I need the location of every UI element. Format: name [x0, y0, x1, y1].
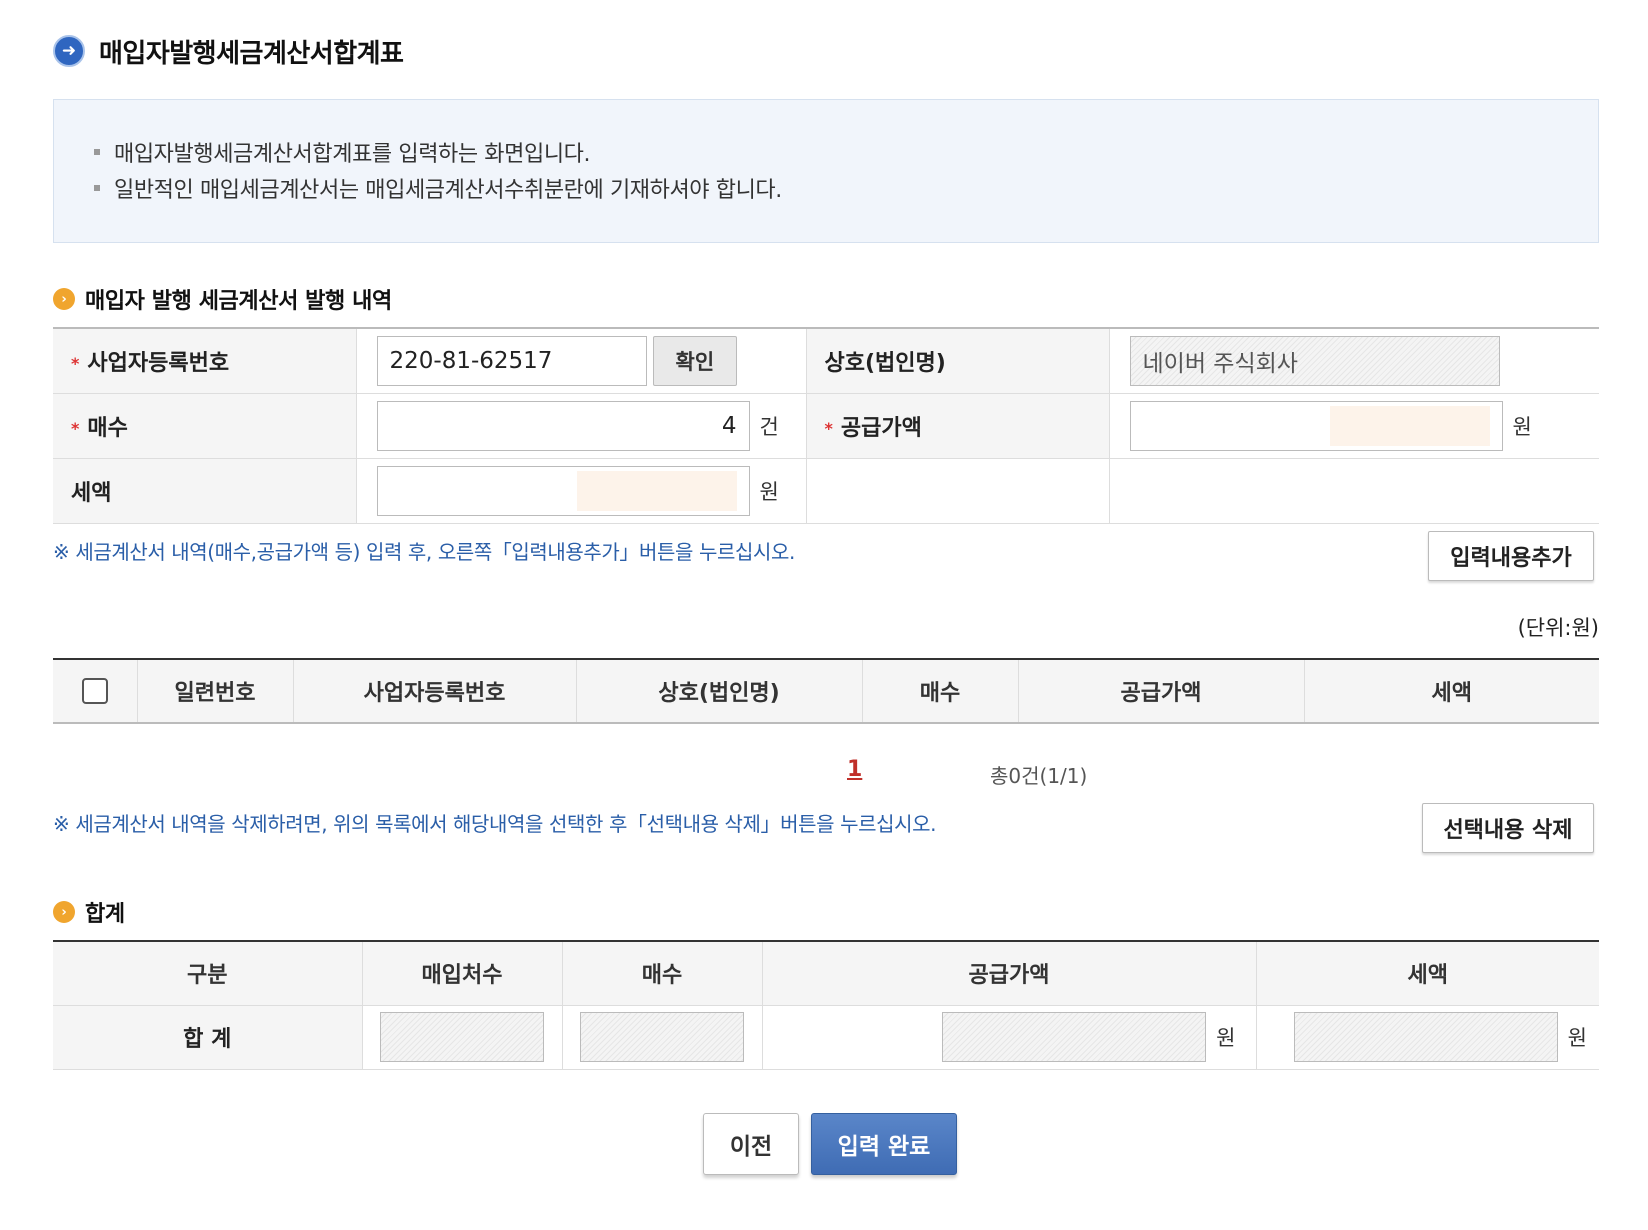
- count-unit: 건: [759, 414, 779, 439]
- page-title: 매입자발행세금계산서합계표: [99, 38, 404, 69]
- add-note: ※ 세금계산서 내역(매수,공급가액 등) 입력 후, 오른쪽「입력내용추가」버…: [53, 540, 795, 564]
- section-header-issue: › 매입자 발행 세금계산서 발행 내역: [53, 283, 392, 315]
- info-item: 매입자발행세금계산서합계표를 입력하는 화면입니다.: [94, 134, 1598, 170]
- biz-no-label-cell: * 사업자등록번호: [53, 328, 357, 394]
- col-header: 매입처수: [362, 941, 563, 1006]
- tax-label: 세액: [71, 480, 112, 506]
- page-link[interactable]: 1: [847, 757, 862, 782]
- total-count: 총0건(1/1): [990, 764, 1088, 788]
- required-icon: *: [71, 354, 80, 374]
- col-header: 상호(법인명): [576, 659, 863, 724]
- tax-total-unit: 원: [1567, 1026, 1587, 1050]
- supply-total-field: [942, 1012, 1207, 1062]
- company-label: 상호(법인명): [824, 350, 946, 376]
- section-header-summary: › 합계: [53, 896, 125, 928]
- info-text: 매입자발행세금계산서합계표를 입력하는 화면입니다.: [114, 142, 591, 167]
- chevron-right-icon: ›: [53, 288, 75, 310]
- bullet-icon: [94, 185, 100, 191]
- select-all-cell: [53, 659, 138, 724]
- supply-total-cell: 원: [762, 1005, 1257, 1070]
- form-row: * 매수 4건 * 공급가액 원: [53, 393, 1599, 459]
- biz-no-input[interactable]: 220-81-62517: [376, 335, 647, 386]
- add-entry-button[interactable]: 입력내용추가: [1428, 531, 1594, 581]
- arrow-right-icon: ➜: [53, 35, 85, 67]
- company-field: 네이버 주식회사: [1129, 335, 1500, 386]
- page-title-row: ➜ 매입자발행세금계산서합계표: [53, 34, 404, 69]
- confirm-button[interactable]: 확인: [652, 335, 738, 386]
- tax-total-cell: 원: [1256, 1005, 1599, 1070]
- required-icon: *: [71, 419, 80, 438]
- select-all-checkbox[interactable]: [81, 678, 108, 704]
- company-label-cell: 상호(법인명): [806, 328, 1110, 394]
- col-header: 일련번호: [137, 659, 294, 724]
- sheet-count-field: [580, 1012, 744, 1062]
- company-cell: 네이버 주식회사: [1109, 328, 1599, 394]
- delete-selected-button[interactable]: 선택내용 삭제: [1422, 803, 1594, 853]
- input-highlight: [576, 470, 737, 511]
- info-text: 일반적인 매입세금계산서는 매입세금계산서수취분란에 기재하셔야 합니다.: [114, 178, 782, 203]
- unit-note: (단위:원): [1517, 616, 1599, 640]
- summary-total-row: 합 계 원 원: [53, 1005, 1599, 1070]
- supply-unit: 원: [1512, 414, 1532, 439]
- form-row: 세액 원: [53, 458, 1599, 524]
- col-header: 매수: [862, 659, 1019, 724]
- biz-no-label: 사업자등록번호: [87, 350, 230, 376]
- info-box: 매입자발행세금계산서합계표를 입력하는 화면입니다. 일반적인 매입세금계산서는…: [53, 99, 1599, 243]
- col-header: 세액: [1256, 941, 1599, 1006]
- supply-input[interactable]: [1129, 400, 1503, 451]
- vendor-count-field: [380, 1012, 544, 1062]
- tax-total-field: [1293, 1012, 1558, 1062]
- form-row: * 사업자등록번호 220-81-62517 확인 상호(법인명) 네이버 주식회사: [53, 328, 1599, 394]
- count-label: 매수: [87, 415, 128, 441]
- supply-label-cell: * 공급가액: [806, 393, 1110, 459]
- submit-button[interactable]: 입력 완료: [811, 1113, 957, 1175]
- col-header: 공급가액: [1018, 659, 1305, 724]
- col-header: 세액: [1304, 659, 1599, 724]
- col-header: 공급가액: [762, 941, 1257, 1006]
- delete-note: ※ 세금계산서 내역을 삭제하려면, 위의 목록에서 해당내역을 선택한 후「선…: [53, 812, 937, 836]
- info-item: 일반적인 매입세금계산서는 매입세금계산서수취분란에 기재하셔야 합니다.: [94, 170, 1598, 206]
- required-icon: *: [824, 419, 833, 438]
- count-label-cell: * 매수: [53, 393, 357, 459]
- input-highlight: [1329, 405, 1490, 446]
- empty-cell: [1109, 458, 1599, 524]
- col-header: 매수: [562, 941, 763, 1006]
- count-cell: 4건: [356, 393, 807, 459]
- supply-total-unit: 원: [1216, 1026, 1236, 1050]
- section-title: 합계: [85, 902, 125, 927]
- total-row-label: 합 계: [53, 1005, 363, 1070]
- issue-form-table: * 사업자등록번호 220-81-62517 확인 상호(법인명) 네이버 주식회사…: [53, 327, 1599, 524]
- supply-label: 공급가액: [840, 415, 922, 441]
- tax-cell: 원: [356, 458, 807, 524]
- entry-list-table: 일련번호 사업자등록번호 상호(법인명) 매수 공급가액 세액: [53, 658, 1599, 724]
- tax-input[interactable]: [376, 465, 750, 516]
- biz-no-cell: 220-81-62517 확인: [356, 328, 807, 394]
- summary-table: 구분 매입처수 매수 공급가액 세액 합 계 원 원: [53, 940, 1599, 1070]
- section-title: 매입자 발행 세금계산서 발행 내역: [85, 289, 392, 314]
- list-header-row: 일련번호 사업자등록번호 상호(법인명) 매수 공급가액 세액: [53, 659, 1599, 724]
- chevron-right-icon: ›: [53, 901, 75, 923]
- col-header: 사업자등록번호: [293, 659, 577, 724]
- tax-unit: 원: [759, 479, 779, 504]
- empty-cell: [806, 458, 1110, 524]
- sheet-count-cell: [562, 1005, 763, 1070]
- vendor-count-cell: [362, 1005, 563, 1070]
- summary-header-row: 구분 매입처수 매수 공급가액 세액: [53, 941, 1599, 1006]
- bullet-icon: [94, 149, 100, 155]
- prev-button[interactable]: 이전: [703, 1113, 799, 1175]
- count-input[interactable]: 4: [376, 400, 750, 451]
- tax-label-cell: 세액: [53, 458, 357, 524]
- supply-cell: 원: [1109, 393, 1599, 459]
- col-header: 구분: [53, 941, 363, 1006]
